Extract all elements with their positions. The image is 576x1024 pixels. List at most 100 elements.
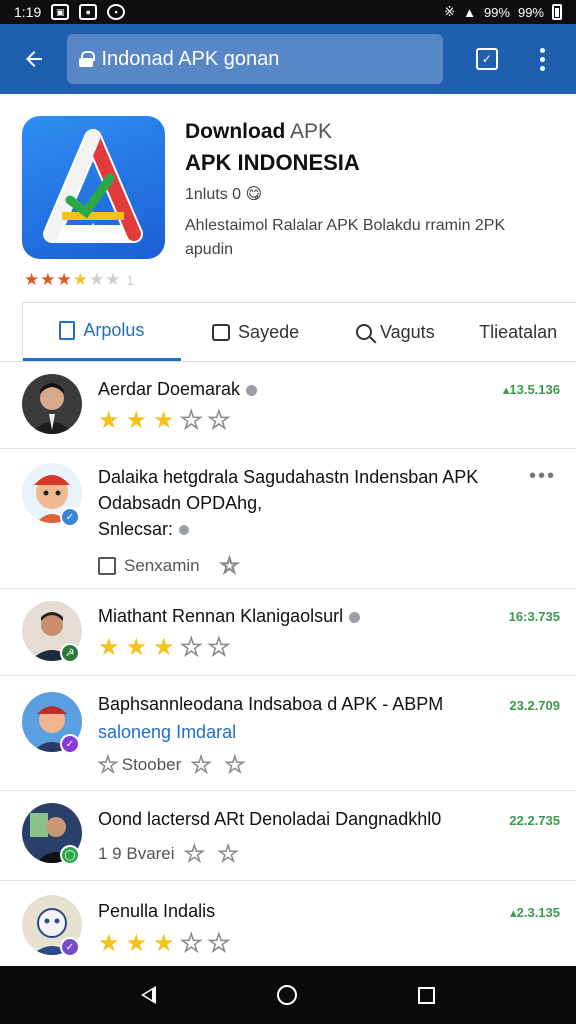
app-logo-art: ✦ <box>43 129 143 243</box>
svg-text:✦: ✦ <box>87 220 99 236</box>
avatar-art <box>30 383 74 434</box>
image-icon: ▣ <box>51 4 70 20</box>
badge-icon: ✓ <box>60 507 80 527</box>
review-subtitle[interactable]: saloneng Imdaral <box>98 722 236 743</box>
review-author: Penulla Indalis <box>98 901 216 921</box>
tab-label: Vaguts <box>379 321 435 342</box>
review-stars: 1 9 Bvarei ★★ <box>98 840 252 867</box>
review-author: Dalaika hetgdrala Sagudahastn Indensban … <box>98 467 479 487</box>
app-header: ✦ Download APK APK INDONESIA 1nluts 0 😋 … <box>0 94 576 362</box>
lock-icon <box>79 51 96 67</box>
system-nav-bar <box>0 966 576 1024</box>
info-icon <box>179 525 190 535</box>
badge-icon: ✓ <box>60 734 80 754</box>
review-date: ▴13.5.136 <box>502 382 560 397</box>
review-date: 22.2.735 <box>509 813 560 828</box>
review-item[interactable]: ☭ Miathant Rennan Klanigaolsurl 16:3.735… <box>0 589 576 676</box>
tab-bar: Arpolus Sayede Vaguts Tlieatalan <box>22 302 576 362</box>
verified-icon <box>246 384 258 396</box>
badge-icon: ☭ <box>60 643 80 663</box>
app-installs: 1nluts 0 😋 <box>185 186 263 203</box>
stars-label: Stoober <box>121 755 182 774</box>
tab-label: Arpolus <box>83 320 145 340</box>
back-button[interactable] <box>12 37 55 81</box>
star-empty-icon: ★★ <box>88 270 122 289</box>
more-options-icon[interactable]: ••• <box>529 465 556 488</box>
arrow-left-icon <box>25 51 42 67</box>
status-bar: 1:19 ▣ ● • ※ ▲ 99% 99% <box>0 0 576 24</box>
author-name: Miathant Rennan Klanigaolsurl <box>98 606 344 626</box>
review-author: Aerdar Doemarak <box>98 379 258 400</box>
review-date: 23.2.709 <box>509 698 560 713</box>
star-outline-icon: ★ <box>97 751 118 778</box>
action-label[interactable]: Senxamin <box>124 556 200 576</box>
star-outline-icon[interactable]: ☆ <box>219 552 240 579</box>
review-date: 16:3.735 <box>508 609 560 624</box>
tabs-icon: ✓ <box>475 48 498 70</box>
browser-toolbar: Indonad APK gonan ✓ <box>0 24 576 94</box>
star-icon: ★★★ <box>24 270 73 289</box>
battery-text: 99% <box>517 4 544 20</box>
review-list: Aerdar Doemarak ▴13.5.136 ★★★★★ ✓ Dalaik… <box>0 362 576 973</box>
review-date: ▴2.3.135 <box>510 905 560 920</box>
app-title-line1: Download APK <box>185 120 332 144</box>
avatar <box>22 374 82 434</box>
review-item[interactable]: ✓ Penulla Indalis ▴2.3.135 ★★★★★ <box>0 881 576 973</box>
bluetooth-icon: ※ <box>444 4 456 19</box>
apk-label: APK <box>285 120 333 143</box>
status-right: ※ ▲ 99% 99% <box>444 4 562 20</box>
review-actions: Senxamin ☆ <box>98 552 240 579</box>
status-left: 1:19 ▣ ● • <box>14 4 126 20</box>
battery-icon <box>552 4 562 20</box>
review-stars: ★★★★★ <box>98 406 236 435</box>
nav-back-icon[interactable] <box>140 986 156 1004</box>
wifi-icon: ▲ <box>463 4 476 20</box>
chat-icon <box>212 323 231 341</box>
review-item[interactable]: ✓ Baphsannleodana Indsaboa d APK - ABPM … <box>0 676 576 791</box>
tab-sayede[interactable]: Sayede <box>181 303 331 361</box>
author-name: Aerdar Doemarak <box>98 379 241 399</box>
review-stars: ★★★★★ <box>98 929 236 958</box>
status-time: 1:19 <box>14 4 42 20</box>
tab-tlieatalan[interactable]: Tlieatalan <box>460 303 576 361</box>
app-logo: ✦ <box>22 116 165 259</box>
tab-arpolus[interactable]: Arpolus <box>23 303 181 361</box>
tabs-button[interactable]: ✓ <box>465 37 508 81</box>
app-description: Ahlestaimol Ralalar APK Bolakdu rramin 2… <box>185 217 506 258</box>
nav-home-icon[interactable] <box>276 985 297 1005</box>
review-stars: ★★★★★ <box>98 633 236 662</box>
verified-icon <box>349 611 361 623</box>
app-rating: ★★★★★★ 1 <box>24 270 135 290</box>
chat-icon: • <box>107 4 126 20</box>
rating-count: 1 <box>121 272 136 288</box>
star-outline-icon: ★★ <box>184 840 252 867</box>
review-author: Baphsannleodana Indsaboa d APK - ABPM <box>98 694 444 714</box>
document-icon <box>98 557 116 575</box>
review-text: Odabsadn OPDAhg, <box>98 493 263 513</box>
nav-recents-icon[interactable] <box>418 986 436 1004</box>
badge-icon: ✓ <box>60 937 80 957</box>
review-item[interactable]: ✓ Dalaika hetgdrala Sagudahastn Indensba… <box>0 449 576 589</box>
badge-icon: ◯ <box>60 845 80 865</box>
tab-label: Tlieatalan <box>479 321 558 342</box>
tab-vaguts[interactable]: Vaguts <box>330 303 460 361</box>
review-item[interactable]: ◯ Oond lactersd ARt Denoladai Dangnadkhl… <box>0 791 576 881</box>
review-author: Oond lactersd ARt Denoladai Dangnadkhl0 <box>98 809 442 829</box>
star-half-icon: ★ <box>72 270 89 289</box>
review-item[interactable]: Aerdar Doemarak ▴13.5.136 ★★★★★ <box>0 362 576 449</box>
url-text: Indonad APK gonan <box>101 47 280 70</box>
download-label: Download <box>185 120 286 143</box>
review-author: Miathant Rennan Klanigaolsurl <box>98 606 361 627</box>
document-icon <box>59 321 76 340</box>
review-note: Snlecsar: <box>98 519 174 539</box>
app-title-line2: APK INDONESIA <box>185 150 360 175</box>
more-menu-button[interactable] <box>521 37 564 81</box>
app-icon: ● <box>79 4 98 20</box>
tab-label: Sayede <box>238 321 300 342</box>
url-bar[interactable]: Indonad APK gonan <box>67 34 444 84</box>
review-stars: ★ Stoober ★★ <box>97 751 259 778</box>
stars-label: 1 9 Bvarei <box>98 844 175 863</box>
search-icon <box>355 324 372 340</box>
star-outline-icon: ★★ <box>191 751 259 778</box>
more-vert-icon <box>539 47 545 71</box>
